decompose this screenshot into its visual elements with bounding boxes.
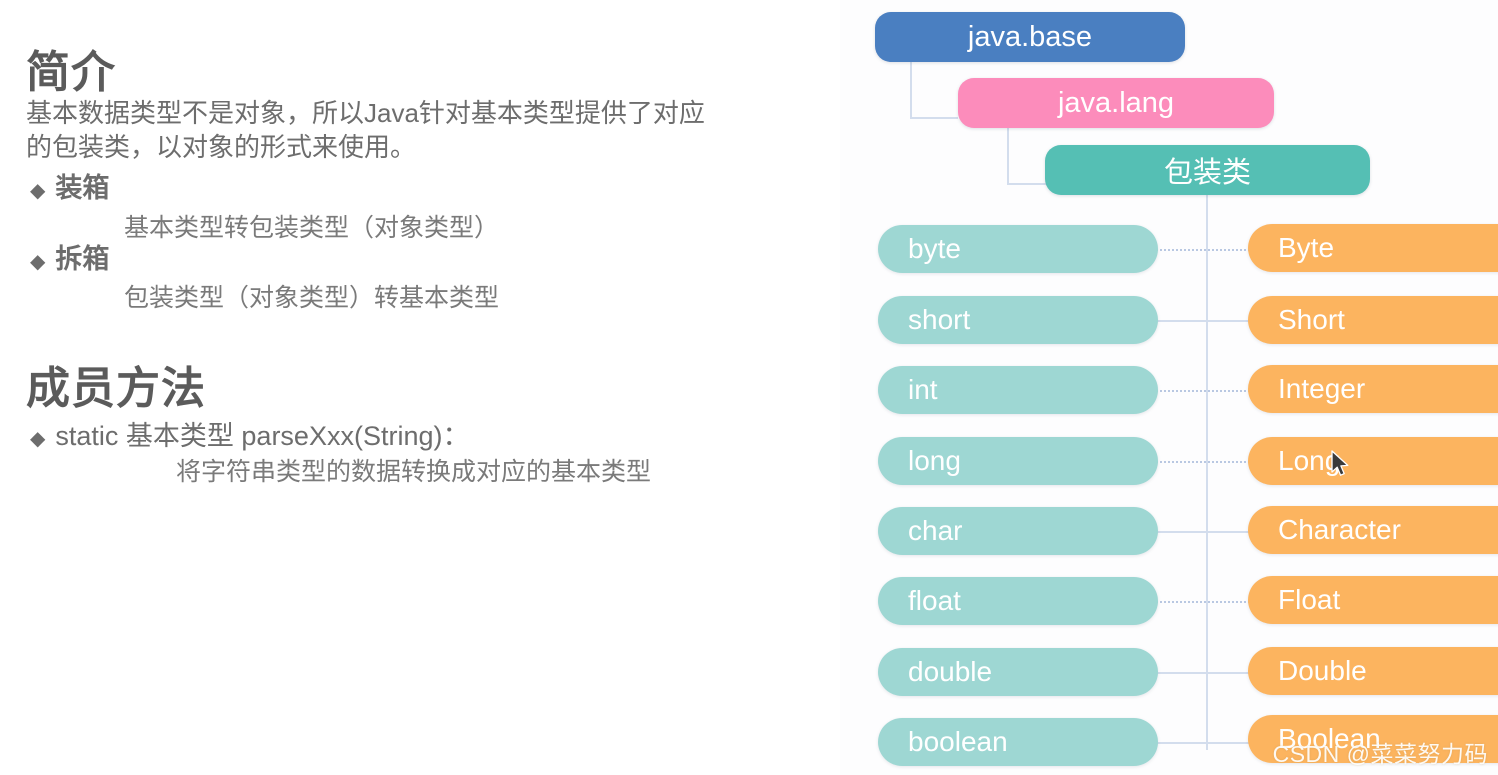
connector-wrapper-trunk	[1206, 190, 1208, 750]
pill-wrapper-float-label: Float	[1278, 584, 1341, 615]
node-wrapper-classes-label: 包装类	[1163, 157, 1251, 189]
bullet-boxing-label: 装箱	[55, 173, 110, 203]
pill-primitive-char[interactable]: char	[878, 507, 1158, 555]
node-wrapper-classes[interactable]: 包装类	[1045, 145, 1370, 195]
node-java-base-label: java.base	[967, 20, 1093, 53]
pill-primitive-byte-label: byte	[908, 233, 961, 264]
pill-primitive-short-label: short	[908, 304, 971, 335]
pill-primitive-float-label: float	[908, 585, 961, 616]
intro-paragraph-line-2: 的包装类，以对象的形式来使用。	[26, 132, 417, 162]
csdn-watermark: CSDN @菜菜努力码	[1272, 741, 1488, 767]
node-java-base[interactable]: java.base	[875, 12, 1185, 62]
bullet-unboxing-detail: 包装类型（对象类型）转基本类型	[124, 284, 500, 312]
pill-wrapper-short[interactable]: Short	[1248, 296, 1498, 344]
wrapper-class-diagram: java.base java.lang 包装类 byte short int l…	[840, 0, 1498, 775]
bullet-unboxing-label: 拆箱	[55, 244, 110, 274]
bullet-parsexxx: ◆ static 基本类型 parseXxx(String)：	[30, 414, 469, 453]
pill-primitive-double-label: double	[908, 656, 993, 687]
pill-wrapper-short-label: Short	[1278, 304, 1345, 335]
pill-wrapper-long-label: Long	[1278, 445, 1341, 476]
pill-wrapper-double-label: Double	[1278, 655, 1367, 686]
connector-base-to-lang-vertical	[910, 58, 912, 118]
pill-primitive-long-label: long	[908, 445, 961, 476]
slide-root: 简介 基本数据类型不是对象，所以Java针对基本类型提供了对应 的包装类，以对象…	[0, 0, 1498, 775]
pill-primitive-byte[interactable]: byte	[878, 225, 1158, 273]
connector-lang-to-wrapper-vertical	[1007, 124, 1009, 184]
pill-wrapper-character-label: Character	[1278, 514, 1401, 545]
pill-wrapper-double[interactable]: Double	[1248, 647, 1498, 695]
pill-primitive-char-label: char	[908, 515, 963, 546]
diamond-bullet-icon: ◆	[30, 251, 46, 273]
pill-wrapper-integer-label: Integer	[1278, 373, 1366, 404]
bullet-parsexxx-label: static 基本类型 parseXxx(String)：	[55, 421, 470, 451]
bullet-boxing: ◆ 装箱	[30, 166, 109, 205]
connector-base-to-lang-horizontal	[910, 117, 958, 119]
pill-primitive-boolean[interactable]: boolean	[878, 718, 1158, 766]
pill-primitive-boolean-label: boolean	[908, 726, 1008, 757]
bullet-boxing-detail: 基本类型转包装类型（对象类型）	[124, 214, 500, 242]
pill-wrapper-byte[interactable]: Byte	[1248, 224, 1498, 272]
diamond-bullet-icon: ◆	[30, 180, 46, 202]
pill-primitive-double[interactable]: double	[878, 648, 1158, 696]
pill-wrapper-integer[interactable]: Integer	[1248, 365, 1498, 413]
node-java-lang[interactable]: java.lang	[958, 78, 1274, 128]
bullet-parsexxx-detail: 将字符串类型的数据转换成对应的基本类型	[176, 458, 652, 486]
intro-paragraph-line-1: 基本数据类型不是对象，所以Java针对基本类型提供了对应	[26, 98, 705, 128]
pill-wrapper-character[interactable]: Character	[1248, 506, 1498, 554]
pill-primitive-int-label: int	[908, 374, 938, 405]
content-text-pane: 简介 基本数据类型不是对象，所以Java针对基本类型提供了对应 的包装类，以对象…	[0, 0, 840, 775]
pill-wrapper-long[interactable]: Long	[1248, 437, 1498, 485]
pill-primitive-int[interactable]: int	[878, 366, 1158, 414]
pill-primitive-long[interactable]: long	[878, 437, 1158, 485]
pill-primitive-short[interactable]: short	[878, 296, 1158, 344]
pill-wrapper-byte-label: Byte	[1278, 232, 1335, 263]
bullet-unboxing: ◆ 拆箱	[30, 237, 109, 276]
section-heading-intro: 简介	[26, 48, 116, 97]
pill-primitive-float[interactable]: float	[878, 577, 1158, 625]
section-heading-methods: 成员方法	[26, 364, 206, 413]
node-java-lang-label: java.lang	[1057, 86, 1175, 119]
pill-wrapper-float[interactable]: Float	[1248, 576, 1498, 624]
diamond-bullet-icon: ◆	[30, 428, 46, 450]
